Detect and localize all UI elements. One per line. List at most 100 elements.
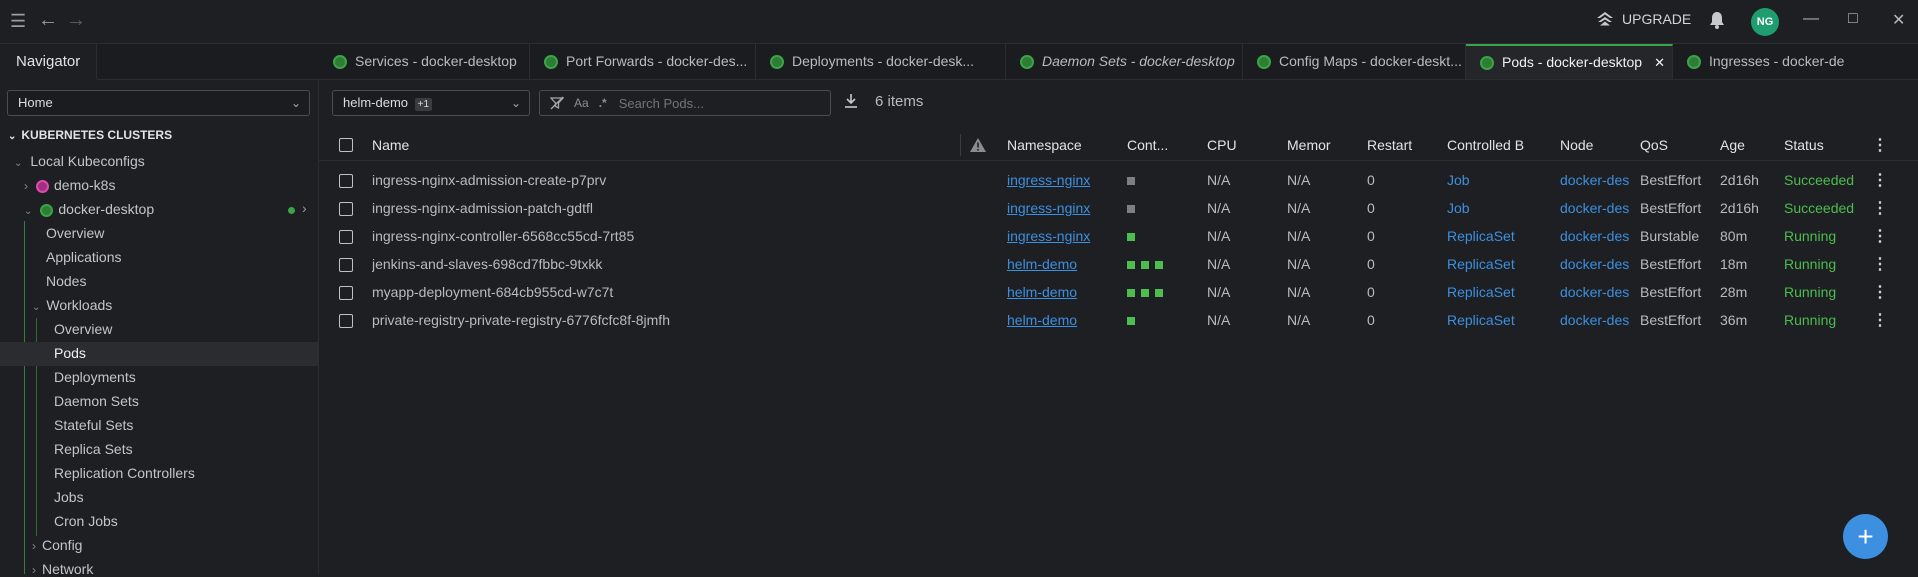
tab-ingresses[interactable]: Ingresses - docker-de <box>1673 44 1918 79</box>
kebab-icon[interactable]: ⋮ <box>1872 254 1888 274</box>
tree-replica-sets[interactable]: Replica Sets <box>54 441 133 457</box>
node-link[interactable]: docker-des <box>1560 306 1629 334</box>
upgrade-button[interactable]: UPGRADE <box>1596 11 1691 27</box>
tree-config[interactable]: › Config <box>32 537 82 553</box>
column-node[interactable]: Node <box>1560 130 1620 160</box>
tree-demo-k8s[interactable]: › demo-k8s <box>24 177 115 193</box>
tree-replication-controllers[interactable]: Replication Controllers <box>54 465 195 481</box>
column-age[interactable]: Age <box>1720 130 1770 160</box>
search-field[interactable]: Aa .* <box>539 90 831 116</box>
column-name[interactable]: Name <box>372 130 792 160</box>
tree-local-kubeconfigs[interactable]: ⌄ Local Kubeconfigs <box>14 153 145 169</box>
kebab-icon[interactable]: ⋮ <box>1872 282 1888 302</box>
tab-pods[interactable]: Pods - docker-desktop ✕ <box>1466 44 1673 79</box>
tree-deployments[interactable]: Deployments <box>54 369 136 385</box>
pod-name[interactable]: ingress-nginx-controller-6568cc55cd-7rt8… <box>372 222 792 250</box>
column-qos[interactable]: QoS <box>1640 130 1700 160</box>
container-running-indicator[interactable] <box>1127 233 1135 242</box>
controlled-by-link[interactable]: Job <box>1447 194 1547 222</box>
kebab-icon[interactable]: ⋮ <box>1872 198 1888 218</box>
menu-icon[interactable]: ☰ <box>10 11 26 32</box>
table-row[interactable]: myapp-deployment-684cb955cd-w7c7t helm-de… <box>319 278 1918 306</box>
namespace-link[interactable]: ingress-nginx <box>1007 194 1112 222</box>
bell-icon[interactable] <box>1709 11 1725 32</box>
pod-name[interactable]: jenkins-and-slaves-698cd7fbbc-9txkk <box>372 250 792 278</box>
forward-arrow-icon[interactable]: → <box>66 9 86 32</box>
chevron-right-icon[interactable]: › <box>302 200 307 216</box>
tree-workloads-overview[interactable]: Overview <box>54 321 112 337</box>
controlled-by-link[interactable]: Job <box>1447 166 1547 194</box>
namespace-link[interactable]: ingress-nginx <box>1007 166 1112 194</box>
namespace-link[interactable]: helm-demo <box>1007 306 1112 334</box>
tree-pods[interactable]: Pods <box>54 345 86 361</box>
node-link[interactable]: docker-des <box>1560 194 1629 222</box>
node-link[interactable]: docker-des <box>1560 250 1629 278</box>
table-row[interactable]: ingress-nginx-admission-patch-gdtfl ingre… <box>319 194 1918 222</box>
row-checkbox[interactable] <box>339 230 353 244</box>
column-status[interactable]: Status <box>1784 130 1864 160</box>
container-terminated-indicator[interactable] <box>1127 205 1135 214</box>
namespace-link[interactable]: helm-demo <box>1007 250 1112 278</box>
row-checkbox[interactable] <box>339 202 353 216</box>
row-checkbox[interactable] <box>339 286 353 300</box>
controlled-by-link[interactable]: ReplicaSet <box>1447 306 1547 334</box>
column-memory[interactable]: Memor <box>1287 130 1347 160</box>
table-row[interactable]: ingress-nginx-admission-create-p7prv ingr… <box>319 166 1918 194</box>
tree-applications[interactable]: Applications <box>46 249 122 265</box>
pod-name[interactable]: ingress-nginx-admission-patch-gdtfl <box>372 194 792 222</box>
column-containers[interactable]: Cont... <box>1127 130 1187 160</box>
node-link[interactable]: docker-des <box>1560 278 1629 306</box>
namespace-select[interactable]: helm-demo +1 ⌄ <box>332 90 530 116</box>
controlled-by-link[interactable]: ReplicaSet <box>1447 250 1547 278</box>
node-link[interactable]: docker-des <box>1560 222 1629 250</box>
container-running-indicator[interactable] <box>1127 261 1135 270</box>
pod-name[interactable]: myapp-deployment-684cb955cd-w7c7t <box>372 278 792 306</box>
kebab-icon[interactable]: ⋮ <box>1872 135 1888 155</box>
tree-jobs[interactable]: Jobs <box>54 489 84 505</box>
container-running-indicator[interactable] <box>1127 317 1135 326</box>
tab-daemon-sets[interactable]: Daemon Sets - docker-desktop <box>1006 44 1243 79</box>
node-link[interactable]: docker-des <box>1560 166 1629 194</box>
tab-services[interactable]: Services - docker-desktop <box>319 44 530 79</box>
kebab-icon[interactable]: ⋮ <box>1872 226 1888 246</box>
table-row[interactable]: jenkins-and-slaves-698cd7fbbc-9txkk helm-… <box>319 250 1918 278</box>
tree-workloads[interactable]: ⌄ Workloads <box>32 297 112 313</box>
container-running-indicator[interactable] <box>1141 289 1149 298</box>
back-arrow-icon[interactable]: ← <box>38 9 58 32</box>
container-running-indicator[interactable] <box>1155 289 1163 298</box>
tab-deployments[interactable]: Deployments - docker-desk... <box>756 44 1006 79</box>
column-divider[interactable] <box>960 134 961 156</box>
close-icon[interactable]: ✕ <box>1892 10 1905 30</box>
table-row[interactable]: private-registry-private-registry-6776fc… <box>319 306 1918 334</box>
tree-overview[interactable]: Overview <box>46 225 104 241</box>
match-case-toggle[interactable]: Aa <box>574 96 589 110</box>
namespace-link[interactable]: helm-demo <box>1007 278 1112 306</box>
tree-network[interactable]: › Network <box>32 561 93 577</box>
maximize-icon[interactable]: □ <box>1848 10 1858 28</box>
column-controlled-by[interactable]: Controlled B <box>1447 130 1531 160</box>
container-running-indicator[interactable] <box>1155 261 1163 270</box>
minimize-icon[interactable]: — <box>1803 10 1819 28</box>
select-all-checkbox[interactable] <box>339 138 353 152</box>
avatar[interactable]: NG <box>1751 8 1779 36</box>
clusters-section-title[interactable]: ⌄ KUBERNETES CLUSTERS <box>8 128 172 142</box>
tab-config-maps[interactable]: Config Maps - docker-deskt... <box>1243 44 1466 79</box>
container-running-indicator[interactable] <box>1141 261 1149 270</box>
tree-daemon-sets[interactable]: Daemon Sets <box>54 393 139 409</box>
download-icon[interactable] <box>844 93 858 112</box>
namespace-link[interactable]: ingress-nginx <box>1007 222 1112 250</box>
filter-icon[interactable] <box>550 96 564 110</box>
pod-name[interactable]: private-registry-private-registry-6776fc… <box>372 306 792 334</box>
row-checkbox[interactable] <box>339 258 353 272</box>
kebab-icon[interactable]: ⋮ <box>1872 170 1888 190</box>
column-restarts[interactable]: Restart <box>1367 130 1427 160</box>
search-input[interactable] <box>616 94 811 112</box>
regex-toggle[interactable]: .* <box>599 96 607 110</box>
tree-stateful-sets[interactable]: Stateful Sets <box>54 417 133 433</box>
row-checkbox[interactable] <box>339 314 353 328</box>
navigator-location-select[interactable]: Home ⌄ <box>7 90 310 116</box>
add-button[interactable]: + <box>1843 514 1888 559</box>
tab-port-forwards[interactable]: Port Forwards - docker-des... <box>530 44 756 79</box>
pod-name[interactable]: ingress-nginx-admission-create-p7prv <box>372 166 792 194</box>
tab-close-icon[interactable]: ✕ <box>1654 46 1665 79</box>
